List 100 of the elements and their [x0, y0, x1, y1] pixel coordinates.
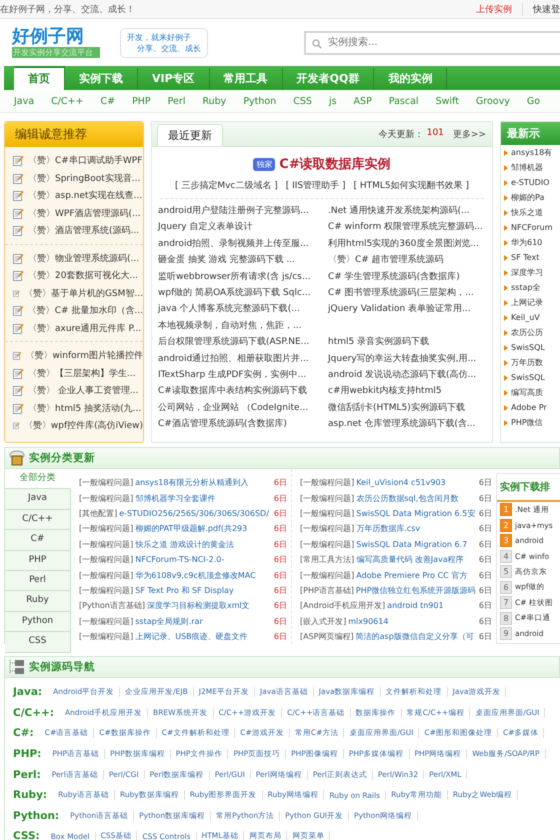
recent-link[interactable]: jQuery Validation 表单验证常用... [328, 301, 494, 318]
latest-link[interactable]: Keil_uV [511, 313, 540, 322]
latest-link[interactable]: 农历公历 [511, 327, 543, 338]
latest-link[interactable]: Adobe Pr [511, 403, 547, 412]
update-link[interactable]: PHP微信独立红包系统开源版源码 [356, 584, 476, 596]
language-link[interactable]: Pascal [388, 96, 419, 106]
pick-link[interactable]: 〈赞〉酒店管理系统(源码... [28, 224, 140, 238]
recent-link[interactable]: html5 录音实例源码下载 [328, 334, 494, 351]
update-link[interactable]: 简洁的asp版微信自定义分享（可 [356, 631, 474, 642]
update-link[interactable]: SwisSQL Data Migration 6.7 [356, 540, 468, 549]
pick-link[interactable]: 〈赞〉【三层架构】学生... [28, 366, 136, 380]
recent-link[interactable]: C#酒店管理系统源码(含数据库) [158, 416, 324, 432]
recent-link[interactable]: 本地视频录制，自动对焦，焦距，... [158, 318, 324, 334]
quick-link[interactable]: [ HTML5如何实现翻书效果 ] [354, 179, 470, 192]
recent-link[interactable]: c#用webkit内核支持html5 [328, 383, 494, 400]
latest-link[interactable]: SF Text [511, 253, 540, 262]
recent-link[interactable]: C#读取数据库中表结构实例源码下载 [158, 383, 324, 400]
featured-link[interactable]: C#读取数据库实例 [279, 155, 391, 173]
recent-link[interactable]: wpf做的 简易OA系统源码下载 Sqlc... [158, 284, 324, 302]
latest-link[interactable]: 华为610 [511, 237, 542, 248]
recent-link[interactable]: C# 学生管理系统源码(含数据库) [328, 268, 494, 285]
language-link[interactable]: js [328, 96, 337, 106]
update-link[interactable]: Adobe Premiere Pro CC 官方 [356, 570, 468, 581]
latest-link[interactable]: 上网记录 [511, 297, 543, 308]
pick-link[interactable]: 〈赞〉C# 批量加水印（含... [28, 304, 143, 318]
recent-link[interactable]: 利用html5实现的360度全景图浏览... [328, 236, 494, 252]
update-link[interactable]: 深度学习目标检测提取xml文 [146, 600, 250, 612]
update-link[interactable]: SF Text Pro 和 SF Display [135, 584, 234, 596]
latest-link[interactable]: 柳媚的Pa [511, 192, 544, 203]
language-link[interactable]: ASP [354, 96, 372, 106]
update-link[interactable]: 快乐之道 游戏设计的黄金法 [135, 538, 234, 550]
latest-link[interactable]: 邹博机器 [511, 162, 543, 173]
recent-link[interactable]: 〈赞〉C# 超市管理系统源码 [328, 252, 494, 269]
category-tab[interactable]: Ruby [5, 591, 71, 612]
recent-link[interactable]: android拍照、录制视频并上传至服... [158, 236, 324, 252]
recent-link[interactable]: 微信刮刮卡(HTML5)实例源码下载 [328, 400, 494, 416]
recent-link[interactable]: 监听webbrowser所有请求(含 js/cs... [158, 268, 324, 285]
top-link[interactable]: 上传实例 [476, 2, 523, 16]
recent-link[interactable]: Jquery写的幸运大转盘抽奖实例,用... [328, 350, 494, 367]
update-link[interactable]: 邹博机器学习全套课件 [135, 492, 216, 504]
recent-link[interactable]: .Net 通用快速开发系统架构源码(... [328, 203, 494, 220]
language-link[interactable]: PHP [132, 96, 151, 106]
pick-link[interactable]: 〈赞〉C#串口调试助手WPF [28, 154, 142, 168]
recent-link[interactable]: ITextSharp 生成PDF实例，实例中... [158, 366, 324, 384]
quick-link[interactable]: [ 三步搞定Mvc二级域名 ] [174, 179, 278, 192]
pick-link[interactable]: 〈赞〉WPF酒店管理源码(... [28, 206, 141, 220]
recent-link[interactable]: android 发说说动态源码下载(高仿... [328, 366, 494, 384]
category-tab[interactable]: PHP [5, 550, 71, 571]
category-tab[interactable]: C/C++ [5, 510, 71, 530]
latest-link[interactable]: e-STUDIO [511, 178, 550, 187]
latest-link[interactable]: sstap全 [511, 282, 540, 293]
recent-link[interactable]: android通过拍照、相册获取图片并... [158, 350, 324, 367]
language-link[interactable]: Java [14, 96, 34, 106]
latest-link[interactable]: ansys18有 [511, 147, 552, 158]
language-link[interactable]: CSS [293, 96, 312, 106]
language-link[interactable]: C/C++ [51, 96, 84, 106]
pick-link[interactable]: 〈赞〉 企业人事工资管理... [28, 384, 138, 398]
latest-link[interactable]: 快乐之道 [511, 207, 543, 218]
language-link[interactable]: Swift [436, 96, 459, 106]
latest-link[interactable]: PHP微信 [511, 417, 543, 428]
pick-link[interactable]: 〈赞〉axure通用元件库 P... [28, 322, 142, 335]
recent-link[interactable]: Jquery 自定义表单设计 [158, 219, 324, 236]
category-tab[interactable]: Perl [5, 570, 71, 592]
update-link[interactable]: Keil_uVision4 c51v903 [356, 478, 446, 488]
update-link[interactable]: android tn901 [387, 601, 444, 610]
pick-link[interactable]: 〈赞〉20套数据可视化大... [28, 269, 138, 282]
update-link[interactable]: NFCForum-TS-NCI-2.0- [135, 555, 224, 564]
update-link[interactable]: 农历公历数据sql,包含闰月数 [356, 492, 458, 504]
language-link[interactable]: Perl [168, 96, 186, 106]
recent-tab[interactable]: 最近更新 [157, 124, 223, 146]
pick-link[interactable]: 〈赞〉SpringBoot实现音... [28, 172, 140, 185]
latest-link[interactable]: 编写高质 [511, 387, 543, 398]
language-link[interactable]: C# [100, 96, 116, 106]
recent-link[interactable]: 公司网站，企业网站 （CodeIgnite... [158, 400, 324, 416]
more-link[interactable]: 更多>> [452, 128, 486, 141]
update-link[interactable]: ansys18有限元分析从精通到入 [135, 477, 248, 488]
latest-link[interactable]: SwisSQL [511, 373, 545, 382]
category-tab[interactable]: Java [5, 489, 71, 510]
latest-link[interactable]: NFCForum [511, 223, 553, 232]
quick-link[interactable]: [ IIS管理助手 ] [286, 179, 346, 192]
update-link[interactable]: sstap全局规则.rar [135, 616, 203, 627]
pick-link[interactable]: 〈赞〉winform图片轮播控件 [25, 349, 143, 362]
recent-link[interactable]: C# 图书管理系统源码(三层架构，... [328, 284, 494, 302]
latest-link[interactable]: 万年历数 [511, 357, 543, 368]
language-link[interactable]: Ruby [202, 96, 226, 106]
pick-link[interactable]: 〈赞〉wpf控件库(高仿iView) [24, 419, 143, 432]
pick-link[interactable]: 〈赞〉基于单片机的GSM智... [24, 286, 143, 300]
recent-link[interactable]: 后台权限管理系统源码下载(ASP.NE... [158, 334, 324, 351]
update-link[interactable]: 万年历数据库.csv [356, 523, 420, 534]
update-link[interactable]: 编写高质量代码 改善Java程序 [356, 554, 464, 566]
update-link[interactable]: mlx90614 [348, 616, 388, 626]
update-link[interactable]: 华为6108v9,c9c机顶盒修改MAC [135, 570, 256, 581]
nav-tab[interactable]: 首页 [14, 66, 65, 90]
update-link[interactable]: e-STUDIO256/256S/306/306S/306SD/ [119, 508, 269, 518]
recent-link[interactable]: asp.net 仓库管理系统源码下载(含... [328, 416, 494, 432]
search-field[interactable]: 实例搜索... [304, 30, 560, 54]
pick-link[interactable]: 〈赞〉物业管理系统源码(... [28, 252, 140, 265]
pick-link[interactable]: 〈赞〉html5 抽奖活动(九... [28, 402, 142, 415]
language-link[interactable]: Python [243, 96, 276, 106]
top-link[interactable]: 快速登 [533, 2, 560, 16]
